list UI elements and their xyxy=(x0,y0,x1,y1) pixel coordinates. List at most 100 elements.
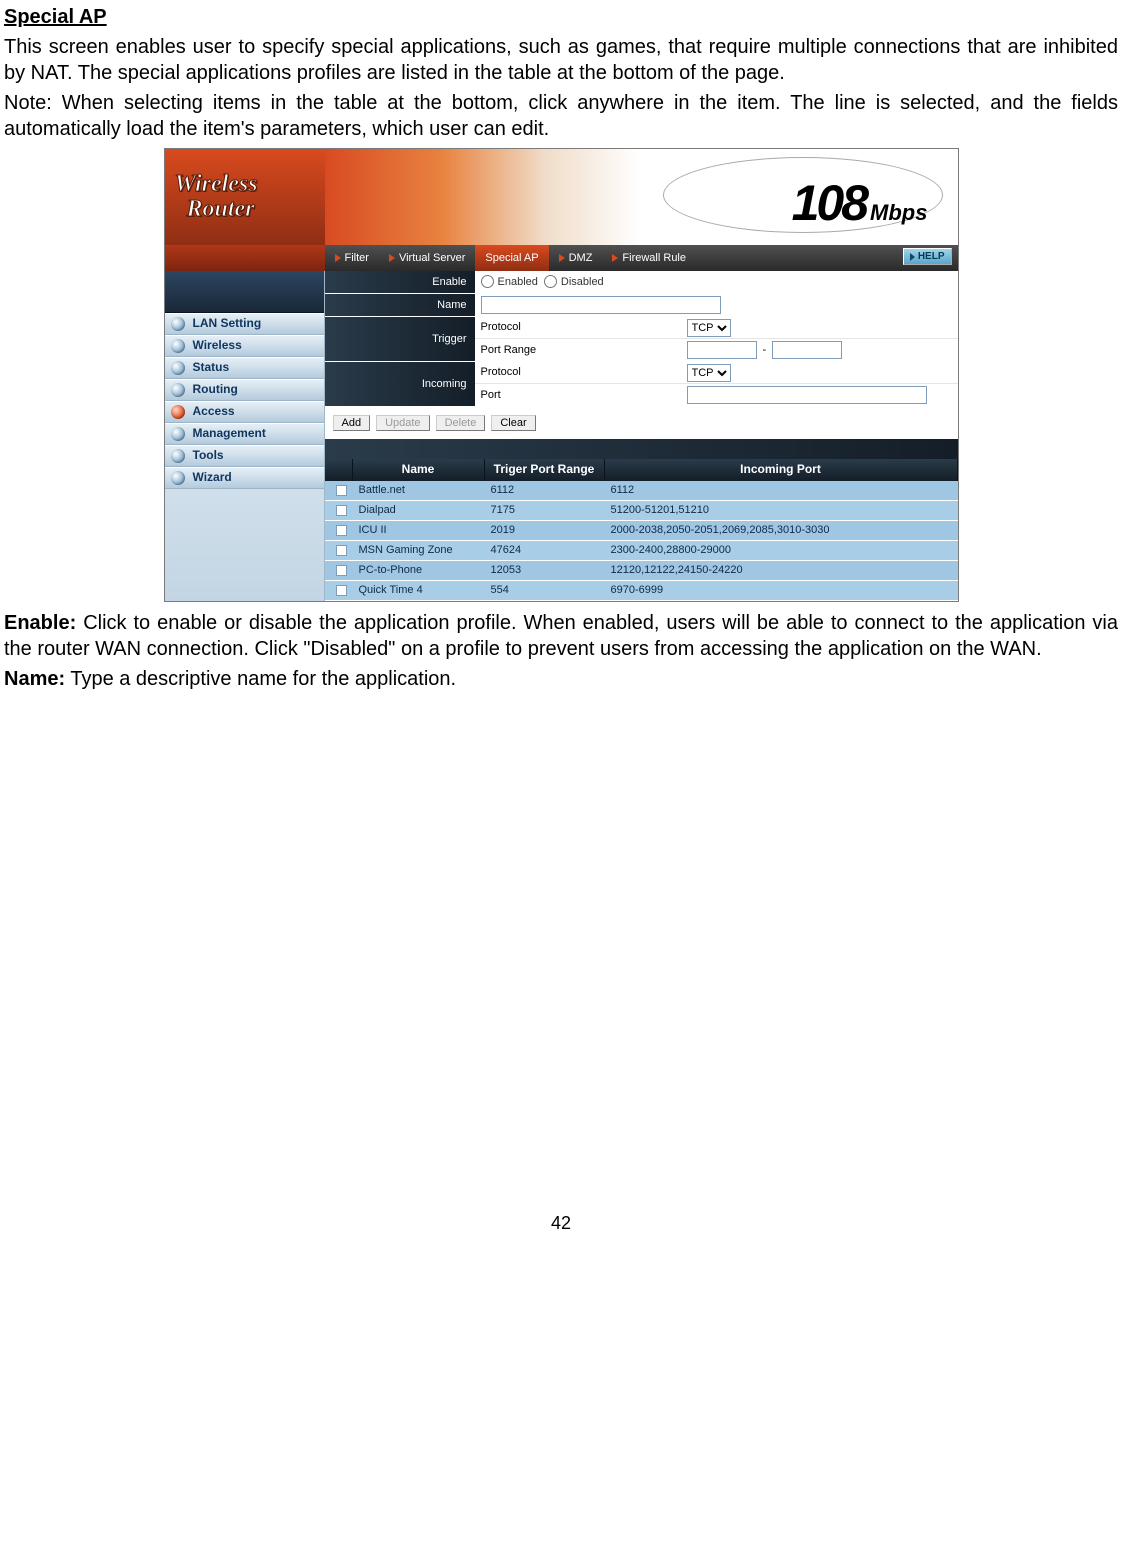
row-trigger: 6112 xyxy=(485,481,605,500)
sidebar-item-label: Status xyxy=(193,360,230,376)
tab-filter[interactable]: Filter xyxy=(325,245,379,271)
incoming-port-input[interactable] xyxy=(687,386,927,404)
trigger-protocol-select[interactable]: TCP xyxy=(687,319,731,337)
row-trigger: 554 xyxy=(485,581,605,600)
trigger-port-from-input[interactable] xyxy=(687,341,757,359)
checkbox-icon[interactable] xyxy=(336,545,347,556)
sidebar-item-label: Management xyxy=(193,426,266,442)
incoming-protocol-select[interactable]: TCP xyxy=(687,364,731,382)
row-trigger: 47624 xyxy=(485,541,605,560)
checkbox-icon[interactable] xyxy=(336,585,347,596)
help-button[interactable]: HELP xyxy=(903,248,952,265)
tab-dmz[interactable]: DMZ xyxy=(549,245,603,271)
enabled-radio[interactable] xyxy=(481,275,494,288)
tab-firewall-rule[interactable]: Firewall Rule xyxy=(602,245,696,271)
table-row[interactable]: Dialpad717551200-51201,51210 xyxy=(325,501,958,521)
delete-button[interactable]: Delete xyxy=(436,415,486,431)
row-checkbox-cell xyxy=(325,541,353,560)
arrow-right-icon xyxy=(335,254,341,262)
enable-field-text: Click to enable or disable the applicati… xyxy=(4,612,1118,660)
table-header-checkbox xyxy=(325,459,353,481)
banner: Wireless Router 108 Mbps xyxy=(165,149,958,245)
tab-virtual-server[interactable]: Virtual Server xyxy=(379,245,475,271)
name-row-label: Name xyxy=(325,294,475,316)
checkbox-icon[interactable] xyxy=(336,525,347,536)
sidebar-item-wireless[interactable]: Wireless xyxy=(165,335,324,357)
tab-bar: Filter Virtual Server Special AP DMZ Fir… xyxy=(165,245,958,271)
table-header-name: Name xyxy=(353,459,485,481)
banner-logo-unit: Mbps xyxy=(870,199,927,228)
name-field-description: Name: Type a descriptive name for the ap… xyxy=(4,666,1118,692)
checkbox-icon[interactable] xyxy=(336,565,347,576)
sidebar-item-access[interactable]: Access xyxy=(165,401,324,423)
sidebar-item-status[interactable]: Status xyxy=(165,357,324,379)
bullet-icon xyxy=(171,339,185,353)
row-name: Battle.net xyxy=(353,481,485,500)
row-trigger: 2019 xyxy=(485,521,605,540)
table-row[interactable]: Quick Time 45546970-6999 xyxy=(325,581,958,601)
brand-line2: Router xyxy=(187,194,325,225)
row-incoming: 6112 xyxy=(605,481,958,500)
button-row: Add Update Delete Clear xyxy=(325,407,958,439)
row-checkbox-cell xyxy=(325,521,353,540)
form-area: Enable Enabled Disabled Name Trigger xyxy=(325,271,958,601)
bullet-icon xyxy=(171,405,185,419)
enabled-radio-label: Enabled xyxy=(498,275,538,289)
row-trigger: 12053 xyxy=(485,561,605,580)
sidebar-item-label: Tools xyxy=(193,448,224,464)
arrow-right-icon xyxy=(612,254,618,262)
checkbox-icon[interactable] xyxy=(336,485,347,496)
row-incoming: 2300-2400,28800-29000 xyxy=(605,541,958,560)
section-title: Special AP xyxy=(4,4,1118,30)
row-trigger: 7175 xyxy=(485,501,605,520)
intro-paragraph-2: Note: When selecting items in the table … xyxy=(4,90,1118,142)
sidebar-item-label: LAN Setting xyxy=(193,316,262,332)
disabled-radio[interactable] xyxy=(544,275,557,288)
range-separator: - xyxy=(763,343,767,357)
add-button[interactable]: Add xyxy=(333,415,371,431)
table-row[interactable]: ICU II20192000-2038,2050-2051,2069,2085,… xyxy=(325,521,958,541)
sidebar-item-routing[interactable]: Routing xyxy=(165,379,324,401)
update-button[interactable]: Update xyxy=(376,415,429,431)
sidebar-item-tools[interactable]: Tools xyxy=(165,445,324,467)
table-body: Battle.net61126112Dialpad717551200-51201… xyxy=(325,481,958,601)
sidebar: LAN Setting Wireless Status Routing Access Ma… xyxy=(165,271,325,601)
name-input[interactable] xyxy=(481,296,721,314)
row-checkbox-cell xyxy=(325,501,353,520)
intro-paragraph-1: This screen enables user to specify spec… xyxy=(4,34,1118,86)
router-screenshot: Wireless Router 108 Mbps Filter Virtual … xyxy=(164,148,959,602)
row-incoming: 12120,12122,24150-24220 xyxy=(605,561,958,580)
banner-brand: Wireless Router xyxy=(165,149,325,245)
clear-button[interactable]: Clear xyxy=(491,415,535,431)
name-field-text: Type a descriptive name for the applicat… xyxy=(65,668,456,690)
tab-special-ap[interactable]: Special AP xyxy=(475,245,548,271)
name-field-label: Name: xyxy=(4,668,65,690)
row-incoming: 6970-6999 xyxy=(605,581,958,600)
bullet-icon xyxy=(171,361,185,375)
sidebar-item-label: Routing xyxy=(193,382,238,398)
incoming-protocol-label: Protocol xyxy=(481,365,681,379)
banner-logo: 108 Mbps xyxy=(792,171,928,236)
row-name: Dialpad xyxy=(353,501,485,520)
trigger-protocol-label: Protocol xyxy=(481,320,681,334)
row-incoming: 2000-2038,2050-2051,2069,2085,3010-3030 xyxy=(605,521,958,540)
arrow-right-icon xyxy=(389,254,395,262)
incoming-port-label: Port xyxy=(481,388,681,402)
table-row[interactable]: Battle.net61126112 xyxy=(325,481,958,501)
table-row[interactable]: MSN Gaming Zone476242300-2400,28800-2900… xyxy=(325,541,958,561)
page-number: 42 xyxy=(0,1212,1122,1235)
checkbox-icon[interactable] xyxy=(336,505,347,516)
trigger-port-to-input[interactable] xyxy=(772,341,842,359)
arrow-right-icon xyxy=(559,254,565,262)
sidebar-item-lan-setting[interactable]: LAN Setting xyxy=(165,313,324,335)
incoming-row-label: Incoming xyxy=(325,362,475,406)
sidebar-item-management[interactable]: Management xyxy=(165,423,324,445)
bullet-icon xyxy=(171,471,185,485)
row-checkbox-cell xyxy=(325,581,353,600)
row-checkbox-cell xyxy=(325,561,353,580)
tabbar-left-spacer xyxy=(165,245,325,271)
help-button-label: HELP xyxy=(918,250,945,263)
sidebar-item-wizard[interactable]: Wizard xyxy=(165,467,324,489)
table-row[interactable]: PC-to-Phone1205312120,12122,24150-24220 xyxy=(325,561,958,581)
row-incoming: 51200-51201,51210 xyxy=(605,501,958,520)
